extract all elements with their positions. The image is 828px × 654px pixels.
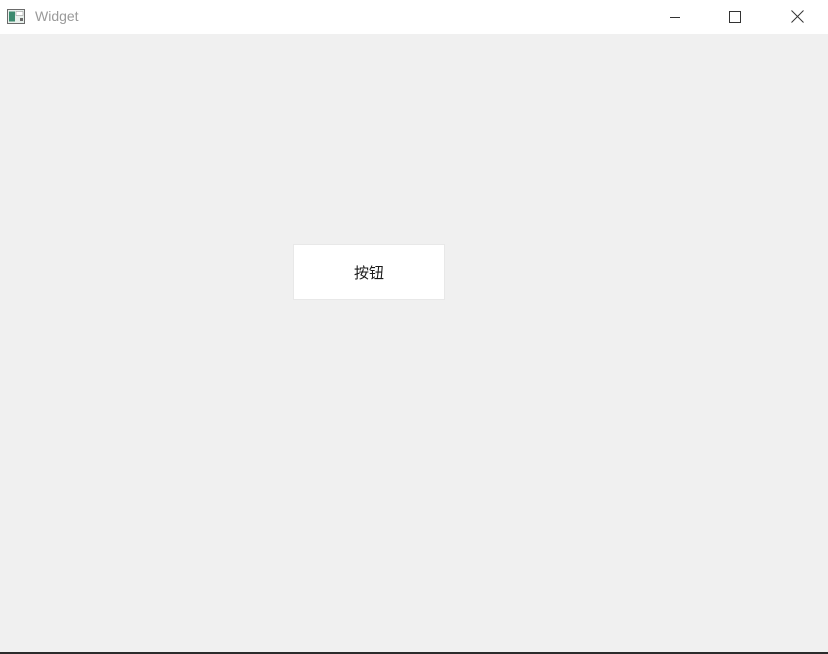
- minimize-button[interactable]: [646, 0, 704, 34]
- window-title: Widget: [35, 8, 79, 24]
- maximize-button[interactable]: [706, 0, 764, 34]
- title-bar[interactable]: Widget: [0, 0, 828, 34]
- maximize-icon: [729, 8, 741, 27]
- application-window: Widget 按钮: [0, 0, 828, 654]
- close-icon: [790, 8, 804, 27]
- minimize-icon: [669, 8, 681, 27]
- app-window-icon: [7, 9, 25, 24]
- client-area: 按钮: [0, 34, 828, 652]
- close-button[interactable]: [768, 0, 826, 34]
- push-button[interactable]: 按钮: [293, 244, 445, 300]
